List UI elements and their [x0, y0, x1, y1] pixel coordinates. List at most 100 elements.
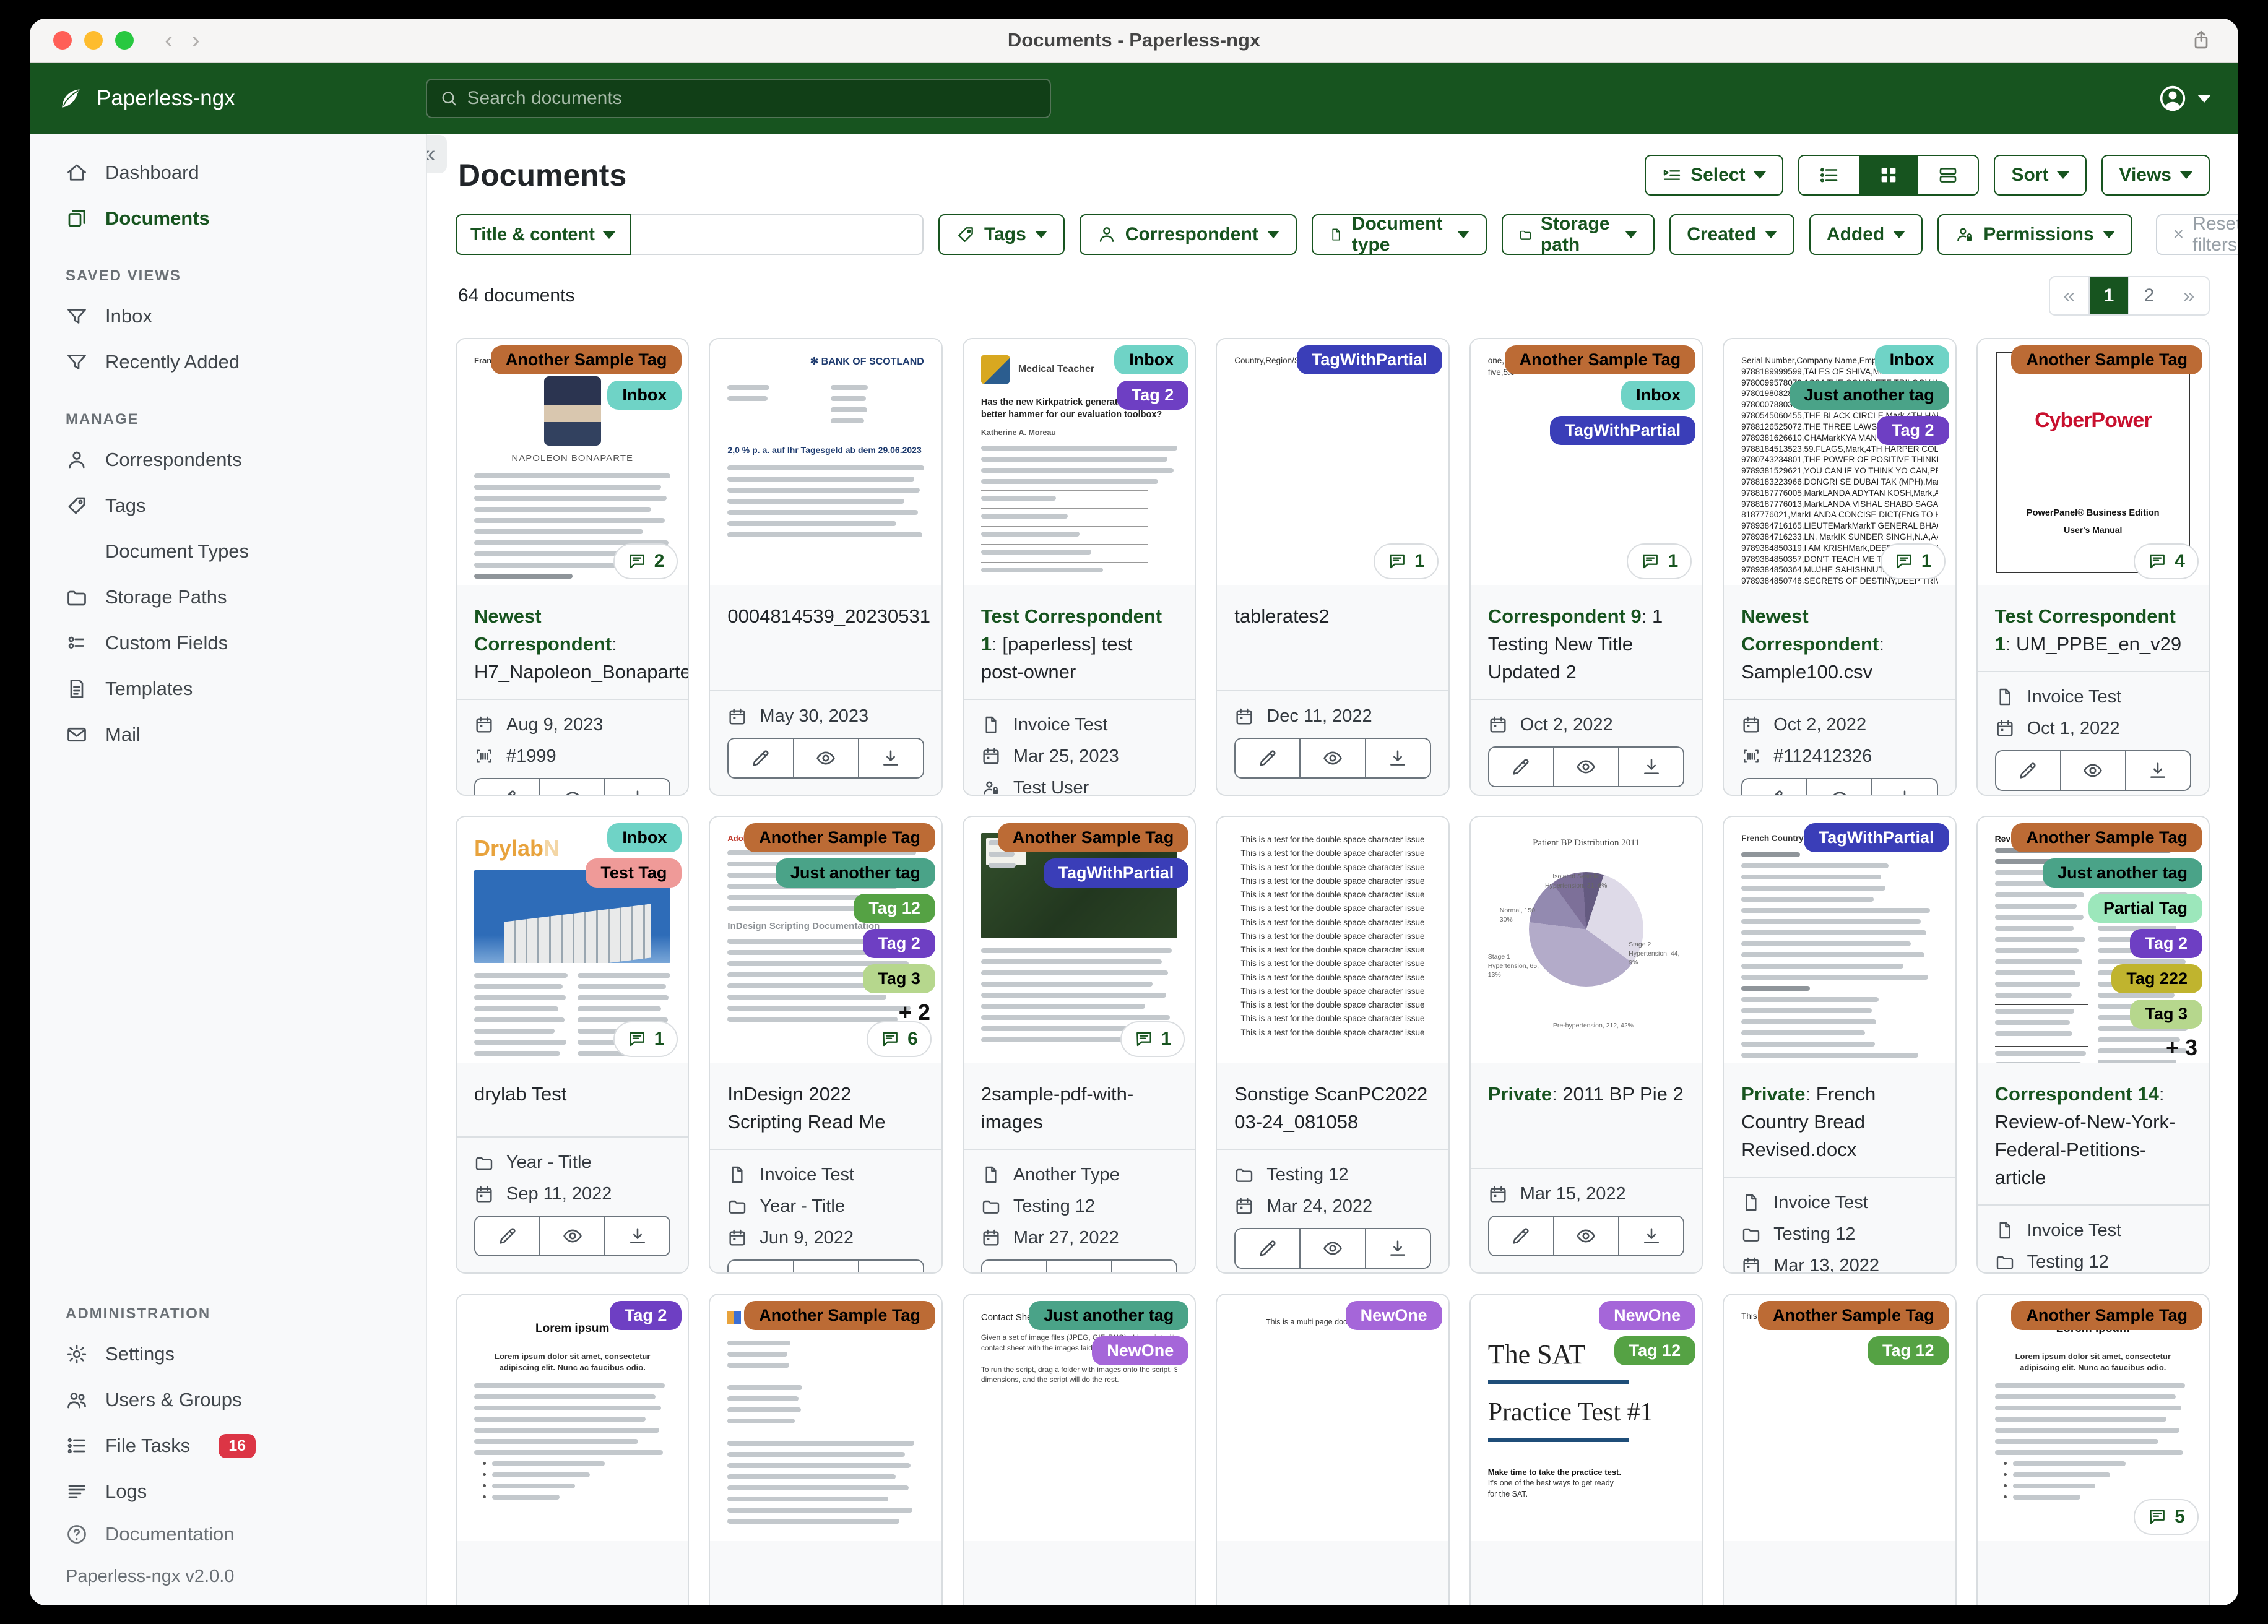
- tag-pill[interactable]: TagWithPartial: [1043, 858, 1189, 888]
- document-thumbnail[interactable]: Another Sample Tag TagWithPartial 1: [963, 817, 1195, 1063]
- search-input[interactable]: [467, 88, 1037, 109]
- edit-document-button[interactable]: [1236, 1229, 1301, 1268]
- tag-pill[interactable]: Tag 2: [2130, 929, 2202, 958]
- sort-button[interactable]: Sort: [1994, 155, 2087, 196]
- tag-pill[interactable]: Tag 2: [863, 929, 935, 958]
- tag-pill[interactable]: Tag 2: [1877, 416, 1949, 445]
- edit-document-button[interactable]: [475, 1217, 541, 1255]
- document-title[interactable]: Test Correspondent 1: [paperless] test p…: [981, 603, 1177, 686]
- view-detail-toggle[interactable]: [1918, 156, 1978, 194]
- edit-document-button[interactable]: [982, 1260, 1047, 1272]
- sidebar-item-mail[interactable]: Mail: [30, 712, 426, 758]
- document-card[interactable]: Lorem ipsumLorem ipsum dolor sit amet, c…: [456, 1294, 690, 1605]
- document-thumbnail[interactable]: Francja pod rNAPOLEON BONAPARTEAnother S…: [457, 339, 688, 585]
- view-document-button[interactable]: [1047, 1260, 1113, 1272]
- tag-pill[interactable]: NewOne: [1345, 1301, 1442, 1330]
- view-document-button[interactable]: [1807, 779, 1873, 795]
- edit-document-button[interactable]: [1489, 1217, 1554, 1255]
- document-thumbnail[interactable]: This is a testAnother Sample TagTag 12: [1724, 1295, 1955, 1541]
- document-thumbnail[interactable]: CyberPower PowerPanel® Business Edition Us…: [1977, 339, 2209, 585]
- filter-correspondent-button[interactable]: Correspondent: [1079, 214, 1297, 255]
- download-document-button[interactable]: [1366, 1229, 1430, 1268]
- download-document-button[interactable]: [859, 739, 923, 777]
- select-button[interactable]: Select: [1645, 155, 1784, 196]
- sidebar-item-settings[interactable]: Settings: [30, 1331, 426, 1377]
- tag-pill[interactable]: Tag 2: [609, 1301, 682, 1330]
- document-thumbnail[interactable]: This is a multi page document. Page 1. Ne…: [1217, 1295, 1448, 1541]
- tag-pill[interactable]: Another Sample Tag: [490, 345, 682, 374]
- tag-pill[interactable]: Another Sample Tag: [2011, 823, 2202, 852]
- tag-pill[interactable]: Tag 12: [1614, 1336, 1696, 1365]
- document-title[interactable]: InDesign 2022 Scripting Read Me: [727, 1081, 924, 1136]
- comment-count-badge[interactable]: 1: [1880, 543, 1946, 579]
- comment-count-badge[interactable]: 5: [2134, 1499, 2199, 1535]
- document-thumbnail[interactable]: Serial Number,Company Name,Employe 978818…: [1724, 339, 1955, 585]
- title-content-dropdown[interactable]: Title & content: [456, 214, 631, 255]
- download-document-button[interactable]: [859, 1260, 923, 1272]
- document-title[interactable]: 0004814539_20230531: [727, 603, 930, 631]
- document-correspondent[interactable]: Correspondent 14: [1995, 1083, 2159, 1105]
- document-title[interactable]: Private: French Country Bread Revised.do…: [1741, 1081, 1937, 1164]
- view-document-button[interactable]: [794, 739, 859, 777]
- global-search[interactable]: [426, 79, 1051, 118]
- document-card[interactable]: Serial Number,Company Name,Employe 978818…: [1723, 338, 1957, 796]
- edit-document-button[interactable]: [1742, 779, 1808, 795]
- document-thumbnail[interactable]: French Country Bread TagWithPartial: [1724, 817, 1955, 1063]
- tag-pill[interactable]: Just another tag: [1029, 1301, 1189, 1330]
- view-document-button[interactable]: [794, 1260, 859, 1272]
- tag-pill[interactable]: Partial Tag: [2088, 894, 2202, 923]
- tag-pill[interactable]: Just another tag: [775, 858, 935, 888]
- download-document-button[interactable]: [1872, 779, 1937, 795]
- tag-pill[interactable]: Just another tag: [2042, 858, 2202, 888]
- document-card[interactable]: Lorem ipsumLorem ipsum dolor sit amet, c…: [1976, 1294, 2210, 1605]
- filter-created-button[interactable]: Created: [1669, 214, 1794, 255]
- share-icon[interactable]: [2190, 29, 2212, 51]
- tag-pill[interactable]: Inbox: [607, 381, 682, 410]
- document-card[interactable]: Test NameAnother Sample Tag: [709, 1294, 943, 1605]
- document-card[interactable]: This is a test for the double space char…: [1216, 816, 1450, 1274]
- view-list-toggle[interactable]: [1799, 156, 1859, 194]
- document-thumbnail[interactable]: Review of Arbitral AwardsAnother Sample …: [1977, 817, 2209, 1063]
- document-correspondent[interactable]: Private: [1741, 1083, 1805, 1105]
- document-card[interactable]: This is a multi page document. Page 1. Ne…: [1216, 1294, 1450, 1605]
- download-document-button[interactable]: [605, 779, 670, 795]
- document-title[interactable]: drylab Test: [474, 1081, 670, 1108]
- download-document-button[interactable]: [1366, 739, 1430, 777]
- document-thumbnail[interactable]: Lorem ipsumLorem ipsum dolor sit amet, c…: [457, 1295, 688, 1541]
- tag-pill[interactable]: TagWithPartial: [1803, 823, 1949, 852]
- tag-pill[interactable]: TagWithPartial: [1296, 345, 1442, 374]
- user-menu[interactable]: [2158, 84, 2211, 113]
- sidebar-item-tags[interactable]: Tags: [30, 483, 426, 529]
- tag-pill[interactable]: Inbox: [1621, 381, 1696, 410]
- sidebar-item-inbox[interactable]: Inbox: [30, 293, 426, 339]
- sidebar-item-users-groups[interactable]: Users & Groups: [30, 1377, 426, 1423]
- document-card[interactable]: DrylabN Inbox Test Tag 1 drylab Test Year - T…: [456, 816, 690, 1274]
- document-card[interactable]: Adobe InDesign Scripting Documentation Ano…: [709, 816, 943, 1274]
- tag-pill[interactable]: Another Sample Tag: [744, 1301, 935, 1330]
- sidebar-item-documentation[interactable]: Documentation: [30, 1514, 426, 1554]
- document-title[interactable]: Correspondent 14: Review-of-New-York-Fed…: [1995, 1081, 2191, 1192]
- pagination-page-1[interactable]: 1: [2090, 277, 2129, 314]
- pagination-page-2[interactable]: 2: [2129, 277, 2169, 314]
- document-card[interactable]: This is a testAnother Sample TagTag 12: [1723, 1294, 1957, 1605]
- document-thumbnail[interactable]: This is a test for the double space char…: [1217, 817, 1448, 1063]
- download-document-button[interactable]: [1619, 747, 1684, 786]
- comment-count-badge[interactable]: 1: [1120, 1021, 1185, 1057]
- download-document-button[interactable]: [605, 1217, 670, 1255]
- filter-document-type-button[interactable]: Document type: [1311, 214, 1487, 255]
- document-correspondent[interactable]: Correspondent 9: [1488, 605, 1642, 627]
- view-document-button[interactable]: [2061, 751, 2126, 790]
- tag-pill[interactable]: Just another tag: [1789, 381, 1949, 410]
- tag-pill[interactable]: Tag 3: [2130, 1000, 2202, 1029]
- document-title[interactable]: tablerates2: [1234, 603, 1430, 631]
- tag-pill[interactable]: Another Sample Tag: [744, 823, 935, 852]
- tag-pill[interactable]: Another Sample Tag: [1504, 345, 1696, 374]
- document-card[interactable]: Another Sample Tag TagWithPartial 1 2sample…: [962, 816, 1197, 1274]
- document-card[interactable]: Contact Sheet Demo Given a set of image f…: [962, 1294, 1197, 1605]
- sidebar-item-custom-fields[interactable]: Custom Fields: [30, 620, 426, 666]
- document-card[interactable]: Patient BP Distribution 2011 Isolated Sys…: [1469, 816, 1703, 1274]
- document-card[interactable]: Country,Region/State," TagWithPartial 1 tab…: [1216, 338, 1450, 796]
- tag-pill[interactable]: Another Sample Tag: [2011, 345, 2202, 374]
- tag-pill[interactable]: Inbox: [607, 823, 682, 852]
- filter-permissions-button[interactable]: Permissions: [1937, 214, 2132, 255]
